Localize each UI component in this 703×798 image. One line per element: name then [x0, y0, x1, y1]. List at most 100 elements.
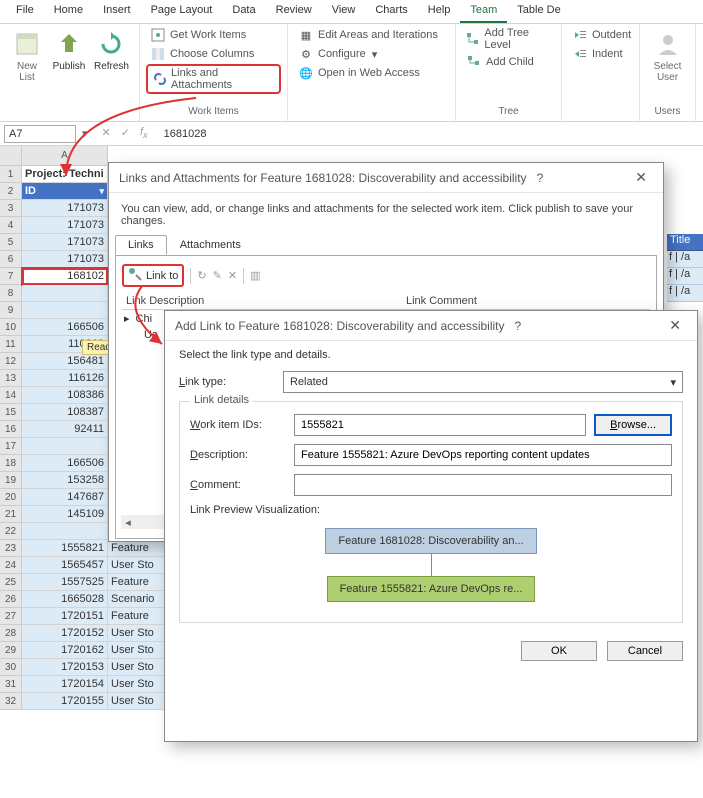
row-header[interactable]: 14	[0, 387, 22, 404]
cancel-button[interactable]: Cancel	[607, 641, 683, 661]
row-header[interactable]: 15	[0, 404, 22, 421]
name-box-dropdown[interactable]: ▾	[80, 125, 90, 142]
row-header[interactable]: 7	[0, 268, 22, 285]
edit-areas-button[interactable]: ▦Edit Areas and Iterations	[294, 26, 442, 44]
ribbon-tab-page-layout[interactable]: Page Layout	[141, 0, 223, 23]
id-cell[interactable]: 92411	[22, 421, 108, 438]
new-list-button[interactable]: New List	[6, 26, 48, 85]
id-cell[interactable]: 108386	[22, 387, 108, 404]
row-header[interactable]: 25	[0, 574, 22, 591]
id-cell[interactable]: 171073	[22, 234, 108, 251]
id-cell[interactable]: 108387	[22, 404, 108, 421]
project-title-cell[interactable]: Project: Techni	[22, 166, 108, 183]
id-cell[interactable]: 153258	[22, 472, 108, 489]
row-header[interactable]: 24	[0, 557, 22, 574]
ribbon-tab-view[interactable]: View	[322, 0, 366, 23]
publish-button[interactable]: Publish	[48, 26, 90, 75]
accept-formula-icon[interactable]: ✓	[121, 126, 130, 140]
choose-columns-button[interactable]: Choose Columns	[146, 45, 281, 63]
link-type-select[interactable]: Related ▾	[283, 371, 683, 393]
id-cell[interactable]: 166506	[22, 319, 108, 336]
row-header[interactable]: 3	[0, 200, 22, 217]
row-header[interactable]: 1	[0, 166, 22, 183]
id-cell[interactable]: 1555821	[22, 540, 108, 557]
row-header[interactable]: 22	[0, 523, 22, 540]
id-cell[interactable]: 145109	[22, 506, 108, 523]
add-child-button[interactable]: Add Child	[462, 53, 555, 71]
row-header[interactable]: 9	[0, 302, 22, 319]
indent-button[interactable]: Indent	[568, 45, 635, 63]
id-cell[interactable]: 1665028	[22, 591, 108, 608]
tab-links[interactable]: Links	[115, 235, 167, 255]
row-header[interactable]: 30	[0, 659, 22, 676]
ribbon-tab-file[interactable]: File	[6, 0, 44, 23]
row-header[interactable]: 26	[0, 591, 22, 608]
id-cell[interactable]: 1720162	[22, 642, 108, 659]
id-cell[interactable]: 171073	[22, 200, 108, 217]
id-cell[interactable]: 156481	[22, 353, 108, 370]
row-header[interactable]: 2	[0, 183, 22, 200]
ribbon-tab-data[interactable]: Data	[222, 0, 265, 23]
redo-icon[interactable]: ↻	[197, 269, 206, 282]
description-input[interactable]	[294, 444, 672, 466]
row-header[interactable]: 29	[0, 642, 22, 659]
row-header[interactable]: 20	[0, 489, 22, 506]
id-cell[interactable]: 166506	[22, 455, 108, 472]
row-header[interactable]: 8	[0, 285, 22, 302]
select-user-button[interactable]: Select User	[646, 26, 689, 85]
id-cell[interactable]: 116126	[22, 370, 108, 387]
ribbon-tab-insert[interactable]: Insert	[93, 0, 141, 23]
id-cell[interactable]	[22, 523, 108, 540]
configure-button[interactable]: ⚙Configure▾	[294, 45, 442, 63]
row-header[interactable]: 12	[0, 353, 22, 370]
id-cell[interactable]: 168102	[22, 268, 108, 285]
id-cell[interactable]: 1557525	[22, 574, 108, 591]
open-web-button[interactable]: 🌐Open in Web Access	[294, 64, 442, 82]
row-header[interactable]: 10	[0, 319, 22, 336]
ribbon-tab-team[interactable]: Team	[460, 0, 507, 23]
row-header[interactable]: 16	[0, 421, 22, 438]
id-cell[interactable]: 1720155	[22, 693, 108, 710]
row-header[interactable]: 6	[0, 251, 22, 268]
row-header[interactable]: 17	[0, 438, 22, 455]
comment-input[interactable]	[294, 474, 672, 496]
edit-icon[interactable]: ✎	[213, 269, 222, 282]
id-cell[interactable]	[22, 302, 108, 319]
delete-icon[interactable]: ✕	[228, 269, 237, 282]
id-cell[interactable]: 171073	[22, 217, 108, 234]
row-header[interactable]: 27	[0, 608, 22, 625]
ok-button[interactable]: OK	[521, 641, 597, 661]
row-header[interactable]: 28	[0, 625, 22, 642]
ribbon-tab-charts[interactable]: Charts	[365, 0, 417, 23]
columns-icon[interactable]: ▥	[250, 269, 260, 282]
help-icon[interactable]: ?	[505, 319, 532, 333]
add-tree-level-button[interactable]: Add Tree Level	[462, 26, 555, 52]
work-item-ids-input[interactable]	[294, 414, 586, 436]
id-cell[interactable]	[22, 438, 108, 455]
id-cell[interactable]: 1720153	[22, 659, 108, 676]
close-icon[interactable]: ✕	[629, 169, 653, 186]
id-cell[interactable]: 1720154	[22, 676, 108, 693]
get-work-items-button[interactable]: Get Work Items	[146, 26, 281, 44]
row-header[interactable]: 5	[0, 234, 22, 251]
id-cell[interactable]: 171073	[22, 251, 108, 268]
row-header[interactable]: 31	[0, 676, 22, 693]
link-to-button[interactable]: Link to	[122, 264, 184, 287]
cancel-formula-icon[interactable]: ✕	[102, 126, 111, 140]
name-box[interactable]: A7	[4, 125, 76, 143]
fx-icon[interactable]: fx	[140, 126, 148, 140]
id-cell[interactable]	[22, 285, 108, 302]
row-header[interactable]: 32	[0, 693, 22, 710]
close-icon[interactable]: ✕	[663, 317, 687, 334]
row-header[interactable]: 13	[0, 370, 22, 387]
id-column-header[interactable]: ID▾	[22, 183, 108, 200]
id-cell[interactable]: 1720152	[22, 625, 108, 642]
browse-button[interactable]: Browse...	[594, 414, 672, 436]
ribbon-tab-home[interactable]: Home	[44, 0, 93, 23]
row-header[interactable]: 11	[0, 336, 22, 353]
row-header[interactable]: 18	[0, 455, 22, 472]
formula-bar[interactable]: 1681028	[160, 126, 703, 142]
ribbon-tab-help[interactable]: Help	[418, 0, 461, 23]
help-icon[interactable]: ?	[527, 171, 554, 185]
row-header[interactable]: 23	[0, 540, 22, 557]
